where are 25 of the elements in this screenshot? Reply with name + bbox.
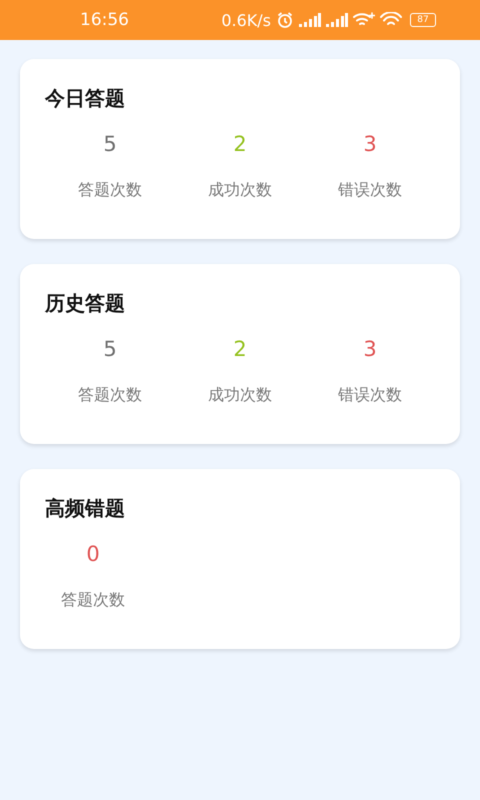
card-title: 今日答题 [45, 85, 126, 112]
stat-label: 答题次数 [78, 180, 142, 200]
card-title: 历史答题 [45, 290, 126, 317]
stat-label: 错误次数 [338, 385, 402, 405]
stat-value: 3 [363, 132, 377, 156]
stat-label: 错误次数 [338, 180, 402, 200]
stat-label: 答题次数 [78, 385, 142, 405]
clock-time: 16:56 [80, 10, 129, 30]
stat-value: 5 [103, 337, 117, 361]
stat-value: 2 [233, 132, 247, 156]
signal-icon [299, 13, 321, 27]
network-speed: 0.6K/s [221, 10, 271, 30]
wifi-icon [353, 12, 375, 28]
stat-label: 答题次数 [61, 590, 125, 610]
stat-label: 成功次数 [208, 385, 272, 405]
stat-value: 2 [233, 337, 247, 361]
stat-value: 0 [86, 542, 100, 566]
battery-level: 87 [417, 16, 429, 24]
card-title: 高频错题 [45, 495, 126, 522]
wifi-icon [380, 12, 402, 28]
signal-icon [326, 13, 348, 27]
stat-value: 3 [363, 337, 377, 361]
stat-value: 5 [103, 132, 117, 156]
alarm-clock-icon [276, 11, 294, 29]
stat-label: 成功次数 [208, 180, 272, 200]
